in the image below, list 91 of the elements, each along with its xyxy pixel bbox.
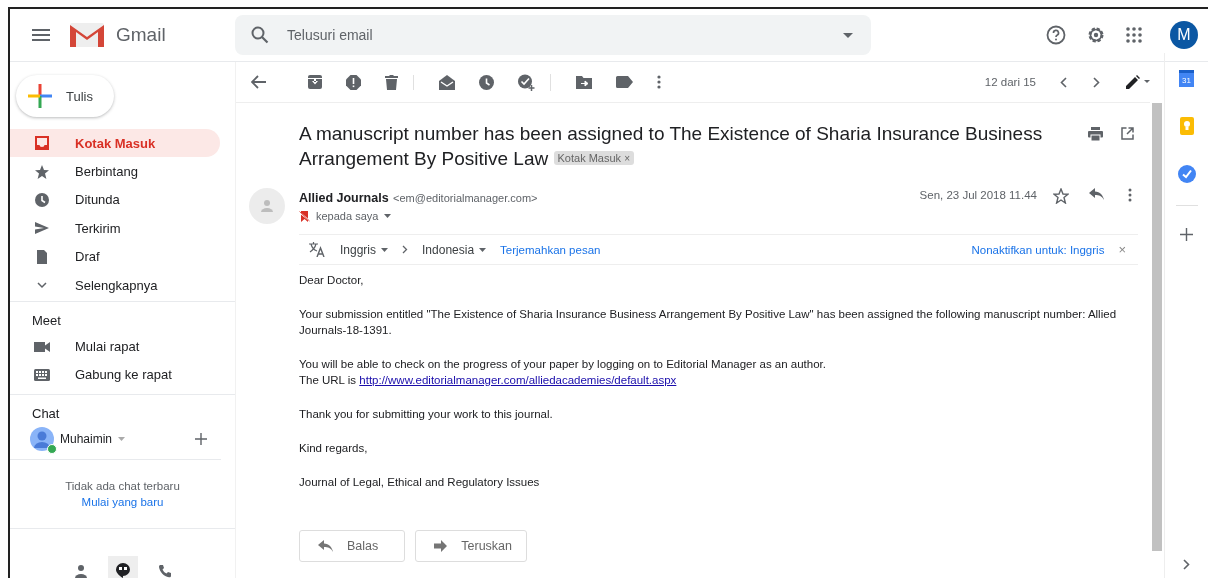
sidebar-item[interactable]: Berbintang	[10, 157, 220, 186]
reply-icon[interactable]	[1089, 188, 1104, 200]
search-field[interactable]: Telusuri email	[285, 26, 827, 44]
previous-chevron-icon[interactable]	[1060, 76, 1067, 88]
message-paragraph: You will be able to check on the progress of your paper by logging on to Editorial Manager as an author. The URL is http://www.editorialmanager.com/alliedacademies/default.aspx	[299, 357, 827, 388]
empty-chat-text: Tidak ada chat terbaru	[65, 480, 180, 493]
move-to-folder-icon[interactable]	[576, 75, 592, 89]
star-icon	[34, 163, 50, 180]
translate-icon	[309, 242, 326, 257]
more-options-icon[interactable]	[1128, 188, 1132, 202]
send-icon	[34, 220, 50, 237]
account-avatar[interactable]: M	[1170, 21, 1198, 49]
reply-button[interactable]: Balas	[299, 530, 406, 562]
close-translation-button[interactable]: ×	[1118, 242, 1126, 257]
archive-icon[interactable]	[308, 75, 322, 89]
chat-bubble-icon	[114, 562, 131, 578]
settings-icon[interactable]	[1086, 25, 1106, 45]
sender-avatar	[249, 188, 285, 224]
message-paragraph: Kind regards,	[299, 441, 369, 456]
open-new-window-icon[interactable]	[1121, 127, 1134, 140]
scrollbar[interactable]	[1152, 103, 1162, 551]
back-arrow-icon[interactable]	[251, 75, 267, 89]
add-icon[interactable]	[195, 433, 207, 446]
source-language-dropdown[interactable]: Inggris	[340, 242, 389, 257]
help-icon[interactable]	[1046, 25, 1066, 45]
plus-icon	[28, 84, 52, 108]
video-camera-icon	[34, 340, 50, 353]
menu-icon[interactable]	[32, 29, 50, 41]
pencil-icon[interactable]	[1126, 75, 1150, 89]
start-chat-link[interactable]: Mulai yang baru	[81, 496, 164, 509]
recipient-dropdown[interactable]: kepada saya	[316, 210, 379, 222]
conversations-tab[interactable]	[107, 556, 138, 578]
sidebar-item[interactable]: Kotak Masuk	[10, 129, 220, 158]
user-avatar	[30, 427, 54, 452]
sidebar-item[interactable]: Mulai rapat	[10, 332, 220, 361]
compose-button[interactable]: Tulis	[16, 75, 114, 117]
add-icon[interactable]	[1180, 228, 1193, 241]
apps-grid-icon[interactable]	[1126, 27, 1142, 43]
more-options-icon[interactable]	[657, 75, 661, 89]
calendar-app-icon[interactable]: 31	[1179, 70, 1194, 87]
snooze-clock-icon[interactable]	[479, 74, 494, 90]
dropdown-caret-icon[interactable]	[843, 32, 853, 38]
message-paragraph: Journal of Legal, Ethical and Regulatory Issues	[299, 475, 541, 490]
dropdown-caret-icon	[381, 247, 389, 252]
chevron-right-icon	[402, 245, 409, 254]
message-paragraph: Your submission entitled "The Existence of Sharia Insurance Business Arrangement By Positive Law" has been assigned the following manuscript number: Allied Journals-18-1391.	[299, 307, 1118, 338]
forward-button[interactable]: Teruskan	[415, 530, 527, 562]
label-tag-icon[interactable]	[616, 76, 633, 88]
message-paragraph: Dear Doctor,	[299, 273, 365, 288]
envelope-logo-icon	[70, 23, 104, 47]
dropdown-caret-icon[interactable]	[384, 214, 392, 218]
section-title: Chat	[31, 405, 61, 424]
star-icon[interactable]	[1053, 188, 1069, 204]
sidebar-item[interactable]: Draf	[10, 242, 220, 271]
chevron-right-icon[interactable]	[1183, 559, 1190, 570]
forward-arrow-icon	[434, 540, 448, 552]
reply-icon	[318, 540, 333, 552]
sidebar-item[interactable]: Selengkapnya	[10, 270, 220, 300]
inbox-icon	[34, 135, 50, 152]
chat-user-name[interactable]: Muhaimin	[60, 432, 113, 447]
add-task-icon[interactable]	[518, 73, 535, 91]
mark-unread-envelope-icon[interactable]	[439, 74, 455, 90]
app-name: Gmail	[116, 24, 166, 46]
print-icon[interactable]	[1088, 127, 1103, 141]
url-link[interactable]: http://www.editorialmanager.com/alliedacademies/default.aspx	[359, 374, 677, 386]
tasks-check-icon[interactable]	[1177, 165, 1196, 183]
message-date: Sen, 23 Jul 2018 11.44	[919, 189, 1037, 201]
sender-name: Allied Journals	[299, 191, 389, 205]
next-chevron-icon[interactable]	[1093, 76, 1100, 88]
sender-email: <em@editorialmanager.com>	[393, 192, 538, 204]
message-paragraph: Thank you for submitting your work to this journal.	[299, 407, 554, 422]
spam-icon[interactable]	[346, 74, 361, 90]
dropdown-caret-icon	[479, 247, 487, 252]
sidebar-item[interactable]: Gabung ke rapat	[10, 360, 220, 390]
phone-icon	[157, 564, 172, 578]
sidebar-item[interactable]: Terkirim	[10, 214, 220, 243]
document-icon	[34, 248, 50, 265]
translate-message-link[interactable]: Terjemahkan pesan	[500, 243, 601, 256]
section-title: Meet	[31, 312, 62, 331]
search-bar[interactable]: Telusuri email	[235, 15, 871, 55]
trash-icon[interactable]	[385, 74, 398, 90]
search-icon	[251, 26, 269, 44]
keyboard-icon	[34, 368, 50, 381]
label-chip[interactable]: Kotak Masuk ×	[553, 151, 634, 165]
sidebar-item[interactable]: Ditunda	[10, 185, 220, 215]
muted-bookmark-icon	[299, 210, 310, 222]
message-counter: 12 dari 15	[984, 76, 1036, 88]
clock-icon	[34, 191, 50, 208]
disable-translation-link[interactable]: Nonaktifkan untuk: Inggris	[971, 243, 1105, 256]
target-language-dropdown[interactable]: Indonesia	[422, 242, 487, 257]
person-icon	[73, 564, 88, 578]
